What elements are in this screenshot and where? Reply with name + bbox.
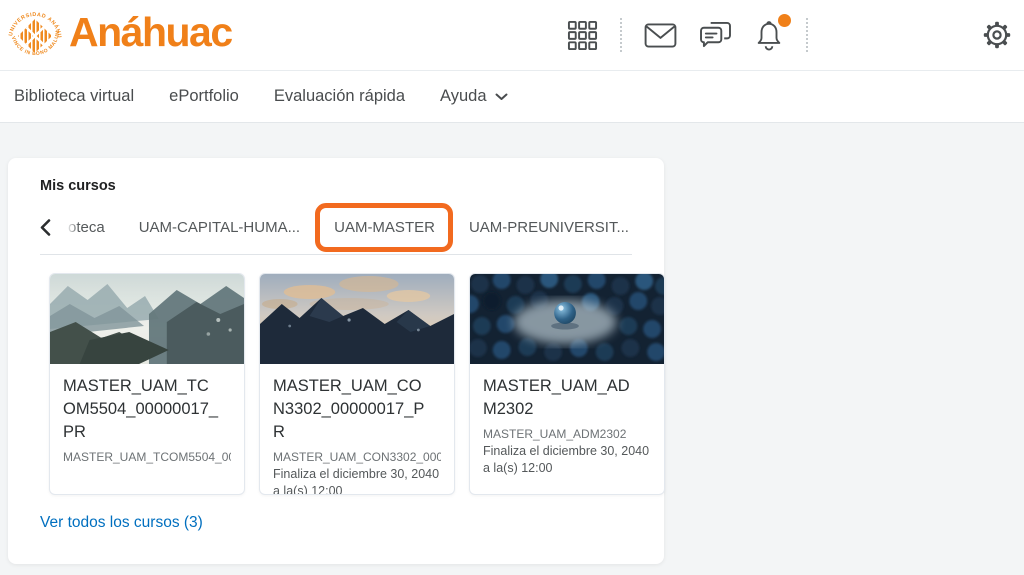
tab-uam-capital-humano[interactable]: UAM-CAPITAL-HUMA...	[137, 214, 302, 241]
course-card-tcom5504[interactable]: MASTER_UAM_TCOM5504_00000017_PR MASTER_U…	[49, 273, 245, 495]
tab-label: oteca	[68, 219, 105, 236]
my-courses-title: Mis cursos	[40, 178, 116, 194]
nav-label: Evaluación rápida	[273, 87, 406, 105]
main-navbar: Biblioteca virtual ePortfolio Evaluación…	[0, 71, 1024, 123]
course-card-con3302[interactable]: MASTER_UAM_CON3302_00000017_PR MASTER_UA…	[259, 273, 455, 495]
nav-item-biblioteca-virtual[interactable]: Biblioteca virtual	[14, 87, 134, 106]
nav-item-evaluacion-rapida[interactable]: Evaluación rápida	[274, 87, 405, 106]
course-title: MASTER_UAM_CON3302_00000017_PR	[273, 377, 425, 441]
anahuac-seal-icon: UNIVERSIDAD ANÁHUAC VINCE IN BONO MALUM	[4, 3, 64, 67]
tab-oteca-truncated[interactable]: oteca	[62, 214, 107, 241]
course-code: MASTER_UAM_ADM2302	[483, 427, 627, 441]
tab-uam-preuniversitario[interactable]: UAM-PREUNIVERSIT...	[467, 214, 631, 241]
tab-label: UAM-MASTER	[334, 219, 435, 236]
course-end-date: Finaliza el diciembre 30, 2040 a la(s) 1…	[483, 444, 650, 475]
settings-gear-icon[interactable]	[982, 20, 1012, 50]
course-code: MASTER_UAM_TCOM5504_00000017_PR	[63, 450, 231, 464]
course-end-date: Finaliza el diciembre 30, 2040 a la(s) 1…	[273, 467, 440, 495]
app-header: UNIVERSIDAD ANÁHUAC VINCE IN BONO MALUM …	[0, 0, 1024, 71]
my-courses-widget: Mis cursos oteca UAM-CAPITAL-HUMA... UAM…	[8, 158, 665, 564]
course-cards-row: MASTER_UAM_TCOM5504_00000017_PR MASTER_U…	[49, 273, 665, 495]
notification-badge	[778, 14, 791, 27]
tabs-scroll-left-button[interactable]	[40, 219, 51, 236]
vertical-dots-divider	[620, 18, 622, 52]
course-tabs: oteca UAM-CAPITAL-HUMA... UAM-MASTER UAM…	[40, 203, 632, 252]
page-content: Mis cursos oteca UAM-CAPITAL-HUMA... UAM…	[0, 123, 1024, 575]
tab-label: UAM-PREUNIVERSIT...	[468, 219, 629, 236]
course-title: MASTER_UAM_TCOM5504_00000017_PR	[63, 377, 219, 441]
chat-icon[interactable]	[699, 21, 732, 49]
view-all-courses-link[interactable]: Ver todos los cursos (3)	[40, 514, 203, 532]
tab-label: UAM-CAPITAL-HUMA...	[138, 219, 301, 236]
tab-uam-master[interactable]: UAM-MASTER	[315, 203, 453, 252]
nav-label: Ayuda	[440, 87, 487, 105]
course-card-body: MASTER_UAM_ADM2302 MASTER_UAM_ADM2302 Fi…	[470, 364, 664, 488]
course-card-body: MASTER_UAM_CON3302_00000017_PR MASTER_UA…	[260, 364, 454, 495]
vertical-dots-divider	[806, 18, 808, 52]
apps-grid-icon[interactable]	[567, 20, 598, 51]
notifications-bell-icon[interactable]	[754, 14, 791, 51]
brand-wordmark: Anáhuac	[69, 8, 233, 55]
anahuac-logo[interactable]: UNIVERSIDAD ANÁHUAC VINCE IN BONO MALUM …	[4, 3, 233, 67]
course-code: MASTER_UAM_CON3302_00000017_PR	[273, 450, 441, 464]
course-card-body: MASTER_UAM_TCOM5504_00000017_PR MASTER_U…	[50, 364, 244, 477]
course-image-dusk-mountains	[260, 274, 454, 364]
chevron-down-icon	[495, 93, 508, 101]
course-image-blue-spheres	[470, 274, 664, 364]
tabs-divider	[40, 254, 632, 255]
nav-label: ePortfolio	[169, 87, 239, 105]
nav-label: Biblioteca virtual	[14, 87, 135, 105]
course-card-adm2302[interactable]: MASTER_UAM_ADM2302 MASTER_UAM_ADM2302 Fi…	[469, 273, 665, 495]
course-title: MASTER_UAM_ADM2302	[483, 377, 630, 418]
course-image-hazy-mountains	[50, 274, 244, 364]
header-icon-bar	[567, 14, 1024, 52]
nav-item-ayuda-dropdown[interactable]: Ayuda	[440, 87, 508, 106]
mail-icon[interactable]	[644, 22, 677, 48]
nav-item-eportfolio[interactable]: ePortfolio	[169, 87, 239, 106]
